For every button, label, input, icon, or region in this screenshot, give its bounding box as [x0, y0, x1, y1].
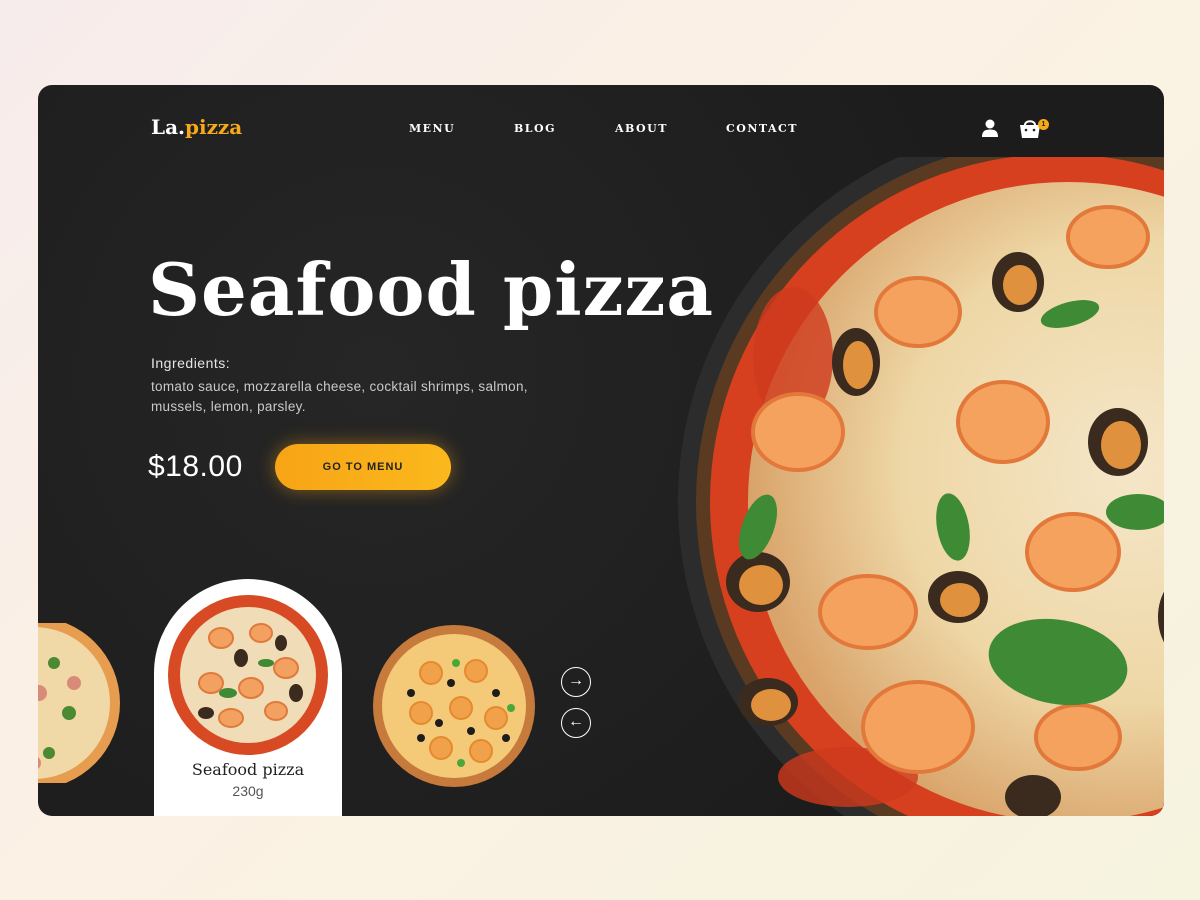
carousel-item-active[interactable]: Seafood pizza 230g — [154, 579, 342, 816]
nav-item-about[interactable]: ABOUT — [615, 122, 668, 135]
hero-card: La.pizza MENU BLOG ABOUT CONTACT 1 Seafo… — [38, 85, 1164, 816]
arrow-left-icon: ← — [568, 713, 584, 730]
nav-item-menu[interactable]: MENU — [409, 122, 455, 135]
cart-count-badge: 1 — [1038, 119, 1049, 130]
carousel-item-previous[interactable] — [38, 623, 124, 783]
nav-item-contact[interactable]: CONTACT — [726, 122, 798, 135]
carousel-item-next[interactable] — [371, 623, 537, 789]
ingredients-label: Ingredients: — [151, 355, 231, 371]
go-to-menu-button[interactable]: GO TO MENU — [275, 444, 451, 490]
arrow-right-icon: → — [568, 672, 584, 689]
carousel-prev-button[interactable]: ← — [561, 708, 591, 738]
carousel-next-button[interactable]: → — [561, 667, 591, 697]
active-item-name: Seafood pizza — [191, 760, 305, 779]
price: $18.00 — [148, 450, 243, 483]
hero-pizza-image — [618, 157, 1164, 816]
active-pizza-image — [168, 595, 328, 755]
ingredients-list: tomato sauce, mozzarella cheese, cocktai… — [151, 379, 528, 414]
nav-item-blog[interactable]: BLOG — [514, 122, 556, 135]
user-icon[interactable] — [980, 118, 1000, 138]
logo[interactable]: La.pizza — [151, 115, 242, 139]
active-item-weight: 230g — [232, 783, 264, 799]
